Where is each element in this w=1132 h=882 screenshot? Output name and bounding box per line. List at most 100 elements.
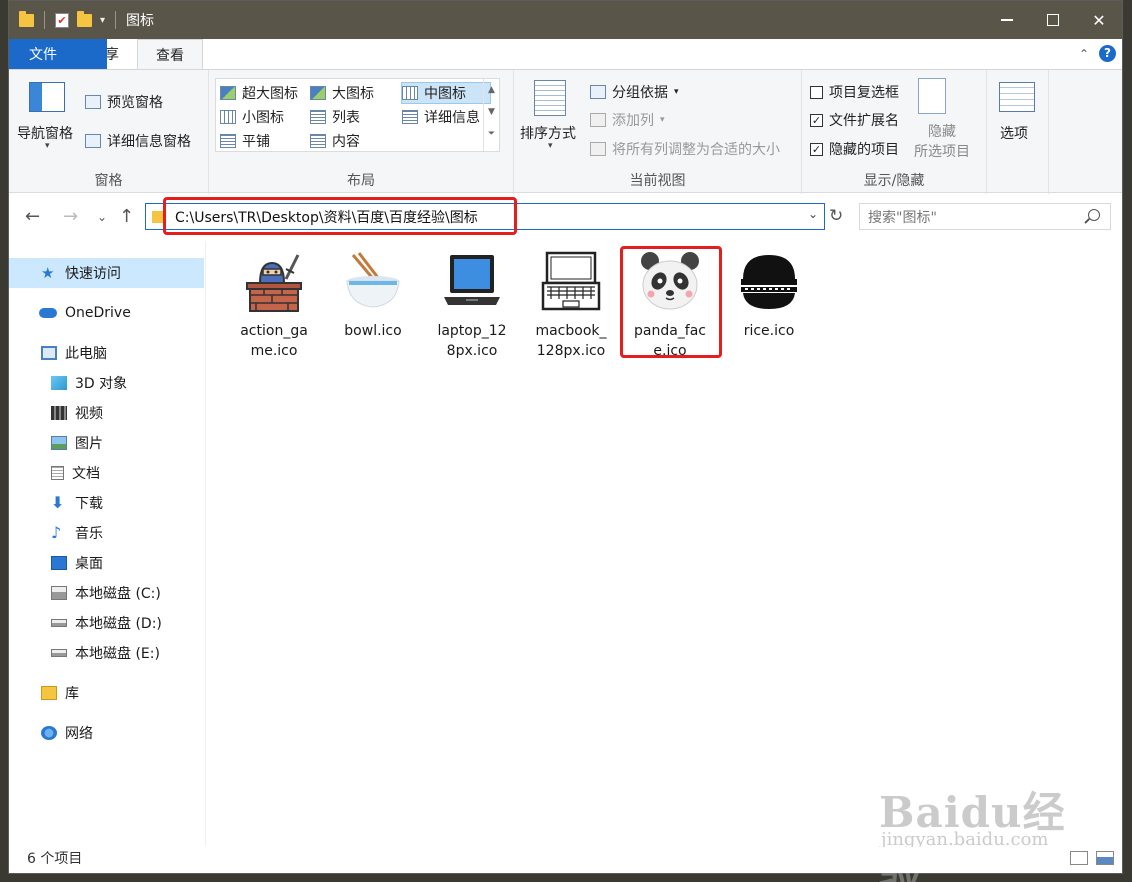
sidebar-item-documents[interactable]: 文档 xyxy=(9,458,204,488)
chevron-down-icon: ▾ xyxy=(45,141,50,151)
details-icon xyxy=(402,110,418,124)
refresh-icon[interactable]: ↻ xyxy=(829,206,843,226)
chevron-down-icon: ▾ xyxy=(674,87,679,97)
search-box[interactable]: 搜索"图标" xyxy=(859,203,1111,230)
layout-label: 详细信息 xyxy=(424,110,480,126)
layout-large-icons[interactable]: 大图标 xyxy=(310,83,374,103)
new-folder-icon[interactable] xyxy=(77,10,92,27)
bowl-icon xyxy=(346,252,400,308)
group-by-icon xyxy=(590,85,606,99)
sidebar-item-pictures[interactable]: 图片 xyxy=(9,428,204,458)
up-arrow-icon[interactable]: ↑ xyxy=(119,206,134,227)
address-row: ← → ⌄ ↑ C:\Users\TR\Desktop\资料\百度\百度经验\图… xyxy=(9,194,1122,240)
sidebar-item-music[interactable]: ♪ 音乐 xyxy=(9,518,204,548)
size-all-columns-label: 将所有列调整为合适的大小 xyxy=(612,142,780,158)
sidebar-item-this-pc[interactable]: 此电脑 xyxy=(9,338,204,368)
film-icon xyxy=(51,406,67,420)
current-view-group: 排序方式 ▾ 分组依据 ▾ 添加列 ▾ 将所有列调整为合适的大小 当前视图 xyxy=(514,70,802,194)
help-icon[interactable]: ? xyxy=(1099,45,1116,62)
layout-medium-icons[interactable]: 中图标 xyxy=(402,83,466,103)
checkbox-checked[interactable]: ✓ xyxy=(810,142,823,156)
divider xyxy=(115,11,117,29)
file-item[interactable]: rice.ico xyxy=(720,249,818,341)
checkbox-unchecked[interactable] xyxy=(810,85,823,99)
file-item[interactable]: action_ga me.ico xyxy=(225,249,323,361)
sidebar-item-label: 下载 xyxy=(75,496,103,512)
size-all-columns-button[interactable]: 将所有列调整为合适的大小 xyxy=(590,139,780,159)
sidebar-item-quick-access[interactable]: ★ 快速访问 xyxy=(9,258,204,288)
sidebar-item-label: 本地磁盘 (C:) xyxy=(75,586,161,602)
collapse-ribbon-icon[interactable]: ⌃ xyxy=(1079,47,1089,61)
properties-icon[interactable]: ✔ xyxy=(55,12,69,28)
recent-locations-chevron-icon[interactable]: ⌄ xyxy=(97,210,107,224)
chevron-down-icon[interactable]: ⌄ xyxy=(808,207,818,221)
sidebar-item-desktop[interactable]: 桌面 xyxy=(9,548,204,578)
cloud-icon xyxy=(39,308,57,318)
layout-tiles[interactable]: 平铺 xyxy=(220,131,270,151)
sidebar-item-drive-c[interactable]: 本地磁盘 (C:) xyxy=(9,578,204,608)
pane-group: 导航窗格 ▾ 预览窗格 详细信息窗格 窗格 xyxy=(9,70,209,194)
sidebar-item-libraries[interactable]: 库 xyxy=(9,678,204,708)
preview-pane-button[interactable]: 预览窗格 xyxy=(85,92,163,112)
sidebar-item-label: OneDrive xyxy=(65,305,131,321)
sidebar-item-3d-objects[interactable]: 3D 对象 xyxy=(9,368,204,398)
details-view-icon[interactable] xyxy=(1070,851,1088,865)
sidebar-item-videos[interactable]: 视频 xyxy=(9,398,204,428)
back-arrow-icon[interactable]: ← xyxy=(25,206,40,227)
file-name: bowl.ico xyxy=(344,323,402,339)
layout-label: 内容 xyxy=(332,134,360,150)
hidden-items-toggle[interactable]: ✓ 隐藏的项目 xyxy=(810,139,899,159)
sidebar-item-drive-e[interactable]: 本地磁盘 (E:) xyxy=(9,638,204,668)
sort-by-button[interactable]: 排序方式 xyxy=(520,123,576,143)
sidebar-item-onedrive[interactable]: OneDrive xyxy=(9,298,204,328)
large-icons-icon xyxy=(310,86,326,100)
customize-dropdown-icon[interactable]: ▾ xyxy=(100,15,105,26)
sidebar-item-network[interactable]: 网络 xyxy=(9,718,204,748)
layout-label: 超大图标 xyxy=(242,86,298,102)
details-pane-button[interactable]: 详细信息窗格 xyxy=(85,131,191,151)
star-icon: ★ xyxy=(41,264,55,282)
medium-icons-icon xyxy=(402,86,418,100)
forward-arrow-icon[interactable]: → xyxy=(63,206,78,227)
navigation-pane-button[interactable]: 导航窗格 xyxy=(17,123,73,143)
file-item[interactable]: bowl.ico xyxy=(324,249,422,341)
sidebar-item-label: 本地磁盘 (D:) xyxy=(75,616,162,632)
file-item[interactable]: macbook_ 128px.ico xyxy=(522,249,620,361)
layout-details[interactable]: 详细信息 xyxy=(402,107,480,127)
layout-small-icons[interactable]: 小图标 xyxy=(220,107,284,127)
show-hide-group-label: 显示/隐藏 xyxy=(863,173,925,189)
sidebar-item-drive-d[interactable]: 本地磁盘 (D:) xyxy=(9,608,204,638)
layout-list[interactable]: 列表 xyxy=(310,107,360,127)
hide-selected-icon xyxy=(918,78,946,114)
maximize-button[interactable] xyxy=(1030,1,1076,39)
tab-view[interactable]: 查看 xyxy=(137,39,203,70)
minimize-icon xyxy=(1001,19,1013,21)
options-button[interactable]: 选项 xyxy=(1000,123,1028,143)
sidebar-item-downloads[interactable]: ⬇ 下载 xyxy=(9,488,204,518)
file-item[interactable]: laptop_12 8px.ico xyxy=(423,249,521,361)
item-checkboxes-toggle[interactable]: 项目复选框 xyxy=(810,82,899,102)
computer-icon xyxy=(41,346,57,360)
search-placeholder: 搜索"图标" xyxy=(868,209,937,226)
layout-gallery-scroll[interactable]: ▲ ▼ ⏷ xyxy=(483,79,499,151)
options-icon xyxy=(999,82,1035,112)
preview-pane-icon xyxy=(85,95,101,109)
sidebar-item-label: 此电脑 xyxy=(65,346,107,362)
close-button[interactable]: ✕ xyxy=(1076,1,1122,39)
download-icon: ⬇ xyxy=(51,493,65,512)
file-extensions-toggle[interactable]: ✓ 文件扩展名 xyxy=(810,110,899,130)
drive-c-icon xyxy=(51,586,67,600)
add-column-button[interactable]: 添加列 ▾ xyxy=(590,110,665,130)
group-by-button[interactable]: 分组依据 ▾ xyxy=(590,82,679,102)
checkbox-checked[interactable]: ✓ xyxy=(810,113,823,127)
show-hide-group: 项目复选框 ✓ 文件扩展名 ✓ 隐藏的项目 隐藏 所选项目 显示/隐藏 xyxy=(802,70,987,194)
ribbon-tabs: 文件 主页 共享 查看 ⌃ ? xyxy=(9,39,1122,70)
large-icons-view-icon[interactable] xyxy=(1096,851,1114,865)
tab-file[interactable]: 文件 xyxy=(9,39,107,69)
layout-extra-large-icons[interactable]: 超大图标 xyxy=(220,83,298,103)
minimize-button[interactable] xyxy=(984,1,1030,39)
list-icon xyxy=(310,110,326,124)
layout-label: 中图标 xyxy=(424,86,466,102)
layout-content[interactable]: 内容 xyxy=(310,131,360,151)
hide-selected-button[interactable]: 隐藏 所选项目 xyxy=(910,122,974,162)
